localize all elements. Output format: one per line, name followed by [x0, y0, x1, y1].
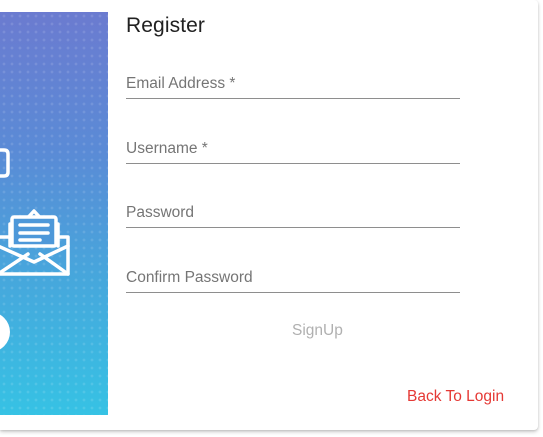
page-title: Register [126, 14, 205, 37]
password-field[interactable]: Password [126, 199, 460, 228]
circle-icon [0, 314, 10, 350]
side-illustration-panel [0, 12, 108, 415]
envelope-icon [0, 209, 70, 276]
register-card: Register Email Address * Username * Pass… [0, 0, 538, 430]
chat-bubble-icon [0, 148, 10, 178]
confirm-password-input[interactable] [126, 266, 460, 292]
username-field[interactable]: Username * [126, 135, 460, 164]
email-input[interactable] [126, 72, 460, 98]
back-to-login-link[interactable]: Back To Login [407, 388, 504, 406]
confirm-password-field[interactable]: Confirm Password [126, 264, 460, 293]
email-field[interactable]: Email Address * [126, 70, 460, 99]
username-input[interactable] [126, 137, 460, 163]
page: Register Email Address * Username * Pass… [0, 0, 543, 437]
signup-button[interactable]: SignUp [292, 322, 343, 340]
password-input[interactable] [126, 201, 460, 227]
